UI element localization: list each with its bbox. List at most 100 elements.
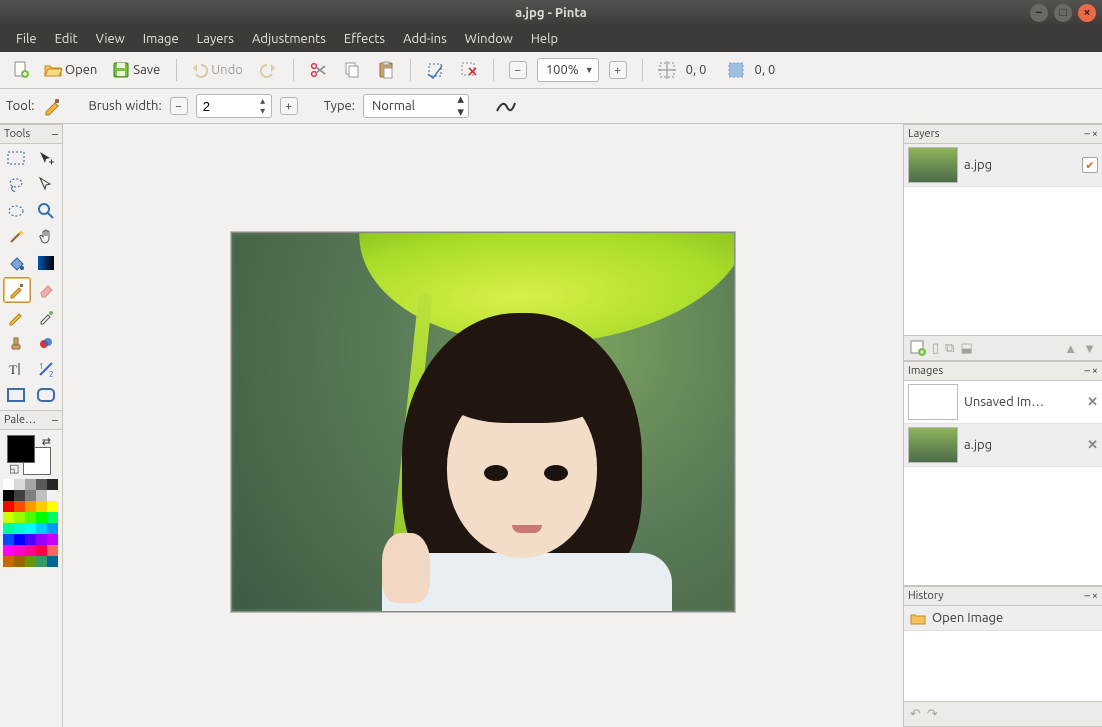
panel-minimize-icon[interactable]: – bbox=[52, 414, 58, 427]
zoom-combo[interactable]: 100% ▼ bbox=[537, 58, 599, 82]
palette-swatch[interactable] bbox=[25, 545, 36, 556]
history-undo-button[interactable]: ↶ bbox=[910, 707, 921, 722]
palette-swatch[interactable] bbox=[14, 501, 25, 512]
palette-swatch[interactable] bbox=[25, 523, 36, 534]
menu-adjustments[interactable]: Adjustments bbox=[244, 29, 334, 49]
palette-swatch[interactable] bbox=[36, 479, 47, 490]
tool-move-selection[interactable] bbox=[33, 147, 59, 171]
palette-swatch[interactable] bbox=[14, 490, 25, 501]
palette-swatch[interactable] bbox=[25, 501, 36, 512]
history-row[interactable]: Open Image bbox=[904, 606, 1102, 631]
palette-swatch[interactable] bbox=[25, 556, 36, 567]
palette-swatch[interactable] bbox=[14, 512, 25, 523]
palette-swatch[interactable] bbox=[36, 545, 47, 556]
new-button[interactable] bbox=[6, 57, 36, 83]
palette-swatch[interactable] bbox=[25, 490, 36, 501]
window-minimize-button[interactable]: – bbox=[1030, 4, 1048, 22]
history-panel-header[interactable]: History – × bbox=[904, 586, 1102, 606]
duplicate-layer-button[interactable]: ⧉ bbox=[945, 341, 954, 356]
spin-down-icon[interactable]: ▾ bbox=[255, 106, 271, 116]
open-button[interactable]: Open bbox=[40, 57, 104, 83]
tool-gradient[interactable] bbox=[33, 251, 59, 275]
palette-swatch[interactable] bbox=[25, 512, 36, 523]
palette-swatch[interactable] bbox=[3, 534, 14, 545]
panel-close-icon[interactable]: × bbox=[1092, 128, 1098, 140]
move-layer-down-button[interactable]: ▼ bbox=[1083, 341, 1096, 356]
menu-image[interactable]: Image bbox=[135, 29, 187, 49]
palette-panel-header[interactable]: Pale… – bbox=[0, 410, 62, 430]
menu-edit[interactable]: Edit bbox=[47, 29, 86, 49]
spin-down-icon[interactable]: ▾ bbox=[457, 106, 464, 119]
tool-lasso[interactable] bbox=[3, 173, 29, 197]
layer-row[interactable]: a.jpg ✔ bbox=[904, 144, 1102, 187]
menu-file[interactable]: File bbox=[8, 29, 45, 49]
palette-swatch[interactable] bbox=[3, 501, 14, 512]
palette-swatch[interactable] bbox=[36, 512, 47, 523]
brushwidth-input[interactable] bbox=[197, 99, 255, 114]
window-maximize-button[interactable]: □ bbox=[1054, 4, 1072, 22]
copy-button[interactable] bbox=[337, 57, 367, 83]
crop-selection-button[interactable] bbox=[420, 57, 450, 83]
palette-swatch[interactable] bbox=[25, 534, 36, 545]
tool-text[interactable]: T bbox=[3, 357, 29, 381]
history-redo-button[interactable]: ↷ bbox=[927, 707, 938, 722]
brushwidth-inc-button[interactable]: + bbox=[280, 97, 298, 115]
close-image-button[interactable]: ✕ bbox=[1087, 438, 1098, 453]
move-layer-up-button[interactable]: ▲ bbox=[1064, 341, 1077, 356]
image-row[interactable]: a.jpg ✕ bbox=[904, 424, 1102, 467]
canvas[interactable] bbox=[231, 232, 735, 612]
tool-bucket[interactable] bbox=[3, 251, 29, 275]
palette-swatch[interactable] bbox=[25, 479, 36, 490]
palette-swatch[interactable] bbox=[47, 545, 58, 556]
palette-swatch[interactable] bbox=[14, 523, 25, 534]
menu-layers[interactable]: Layers bbox=[189, 29, 242, 49]
palette-swatch[interactable] bbox=[47, 523, 58, 534]
cut-button[interactable] bbox=[303, 57, 333, 83]
menu-addins[interactable]: Add-ins bbox=[395, 29, 455, 49]
palette-swatch[interactable] bbox=[14, 545, 25, 556]
save-button[interactable]: Save bbox=[108, 57, 167, 83]
zoom-out-button[interactable]: − bbox=[503, 57, 533, 83]
panel-minimize-icon[interactable]: – bbox=[1084, 365, 1089, 377]
palette-swatch[interactable] bbox=[3, 479, 14, 490]
layers-panel-header[interactable]: Layers – × bbox=[904, 124, 1102, 144]
window-close-button[interactable]: × bbox=[1078, 4, 1096, 22]
panel-minimize-icon[interactable]: – bbox=[1084, 590, 1089, 602]
palette-swatch[interactable] bbox=[47, 556, 58, 567]
reset-colors-icon[interactable]: ◱ bbox=[9, 462, 19, 475]
palette-swatch[interactable] bbox=[36, 501, 47, 512]
menu-help[interactable]: Help bbox=[523, 29, 566, 49]
paste-button[interactable] bbox=[371, 57, 401, 83]
image-row[interactable]: Unsaved Im… ✕ bbox=[904, 381, 1102, 424]
tool-color-picker[interactable] bbox=[33, 305, 59, 329]
delete-layer-button[interactable]: ▯ bbox=[932, 341, 939, 356]
palette-swatch[interactable] bbox=[3, 556, 14, 567]
tool-ellipse-select[interactable] bbox=[3, 199, 29, 223]
add-layer-button[interactable] bbox=[910, 340, 926, 356]
tool-recolor[interactable] bbox=[33, 331, 59, 355]
palette-swatch[interactable] bbox=[3, 523, 14, 534]
palette-swatch[interactable] bbox=[14, 479, 25, 490]
panel-minimize-icon[interactable]: – bbox=[1084, 128, 1089, 140]
palette-swatch[interactable] bbox=[3, 490, 14, 501]
palette-swatch[interactable] bbox=[36, 490, 47, 501]
palette-swatch[interactable] bbox=[36, 556, 47, 567]
tools-panel-header[interactable]: Tools – bbox=[0, 124, 62, 144]
palette-swatch[interactable] bbox=[14, 556, 25, 567]
menu-window[interactable]: Window bbox=[457, 29, 521, 49]
palette-swatch[interactable] bbox=[47, 501, 58, 512]
swap-colors-icon[interactable]: ⇄ bbox=[42, 435, 51, 448]
images-panel-header[interactable]: Images – × bbox=[904, 361, 1102, 381]
tool-line-curve[interactable]: 12 bbox=[33, 357, 59, 381]
tool-rounded-rect[interactable] bbox=[33, 383, 59, 407]
brushwidth-spin[interactable]: ▴ ▾ bbox=[196, 94, 272, 118]
foreground-color-swatch[interactable] bbox=[7, 435, 35, 463]
palette-swatch[interactable] bbox=[47, 479, 58, 490]
palette-swatch[interactable] bbox=[36, 523, 47, 534]
tool-rect-select[interactable] bbox=[3, 147, 29, 171]
tool-zoom[interactable] bbox=[33, 199, 59, 223]
palette-swatch[interactable] bbox=[47, 512, 58, 523]
layer-visible-checkbox[interactable]: ✔ bbox=[1082, 157, 1098, 173]
panel-close-icon[interactable]: × bbox=[1092, 590, 1098, 602]
palette-swatch[interactable] bbox=[3, 512, 14, 523]
